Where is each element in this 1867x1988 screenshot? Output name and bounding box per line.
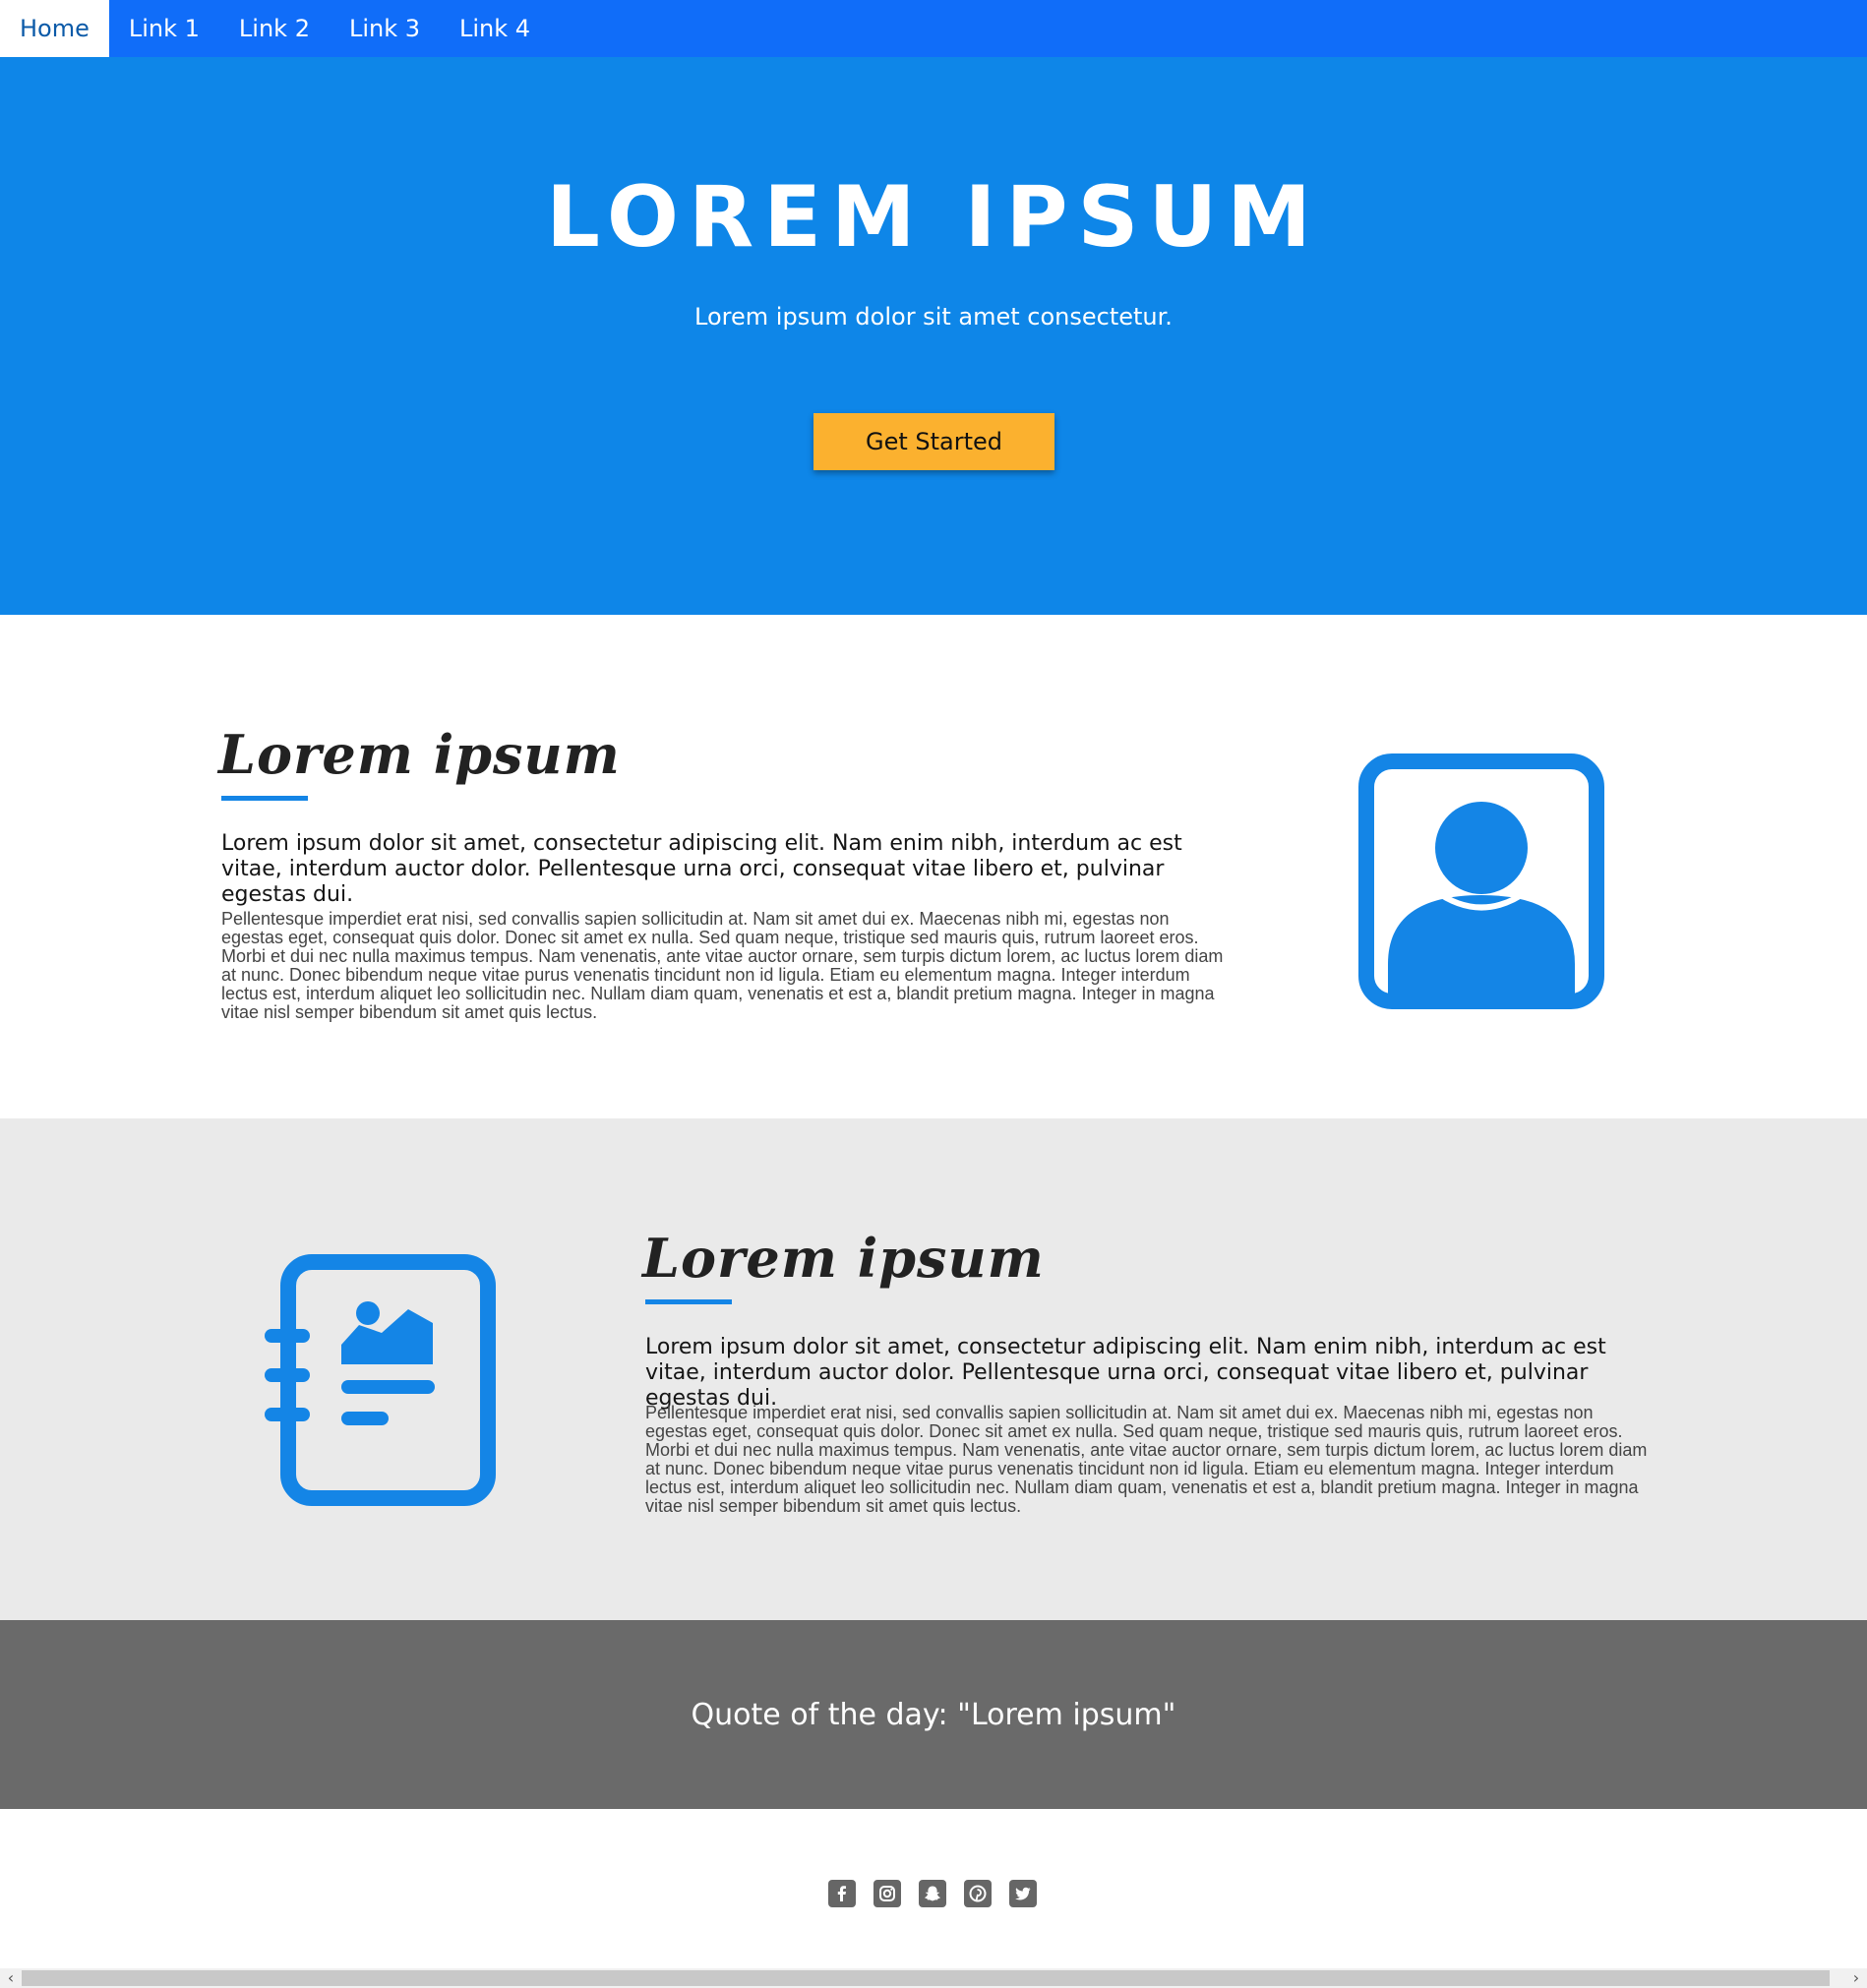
- section1-body: Pellentesque imperdiet erat nisi, sed co…: [221, 909, 1224, 1022]
- facebook-icon[interactable]: [828, 1880, 856, 1907]
- notebook-image-icon: [261, 1254, 497, 1508]
- section2-body: Pellentesque imperdiet erat nisi, sed co…: [645, 1403, 1648, 1516]
- hero-subtitle: Lorem ipsum dolor sit amet consectetur.: [694, 303, 1173, 331]
- scrollbar-thumb[interactable]: [22, 1970, 1830, 1986]
- horizontal-scrollbar[interactable]: ‹ ›: [0, 1968, 1867, 1988]
- about-section-1: Lorem ipsum Lorem ipsum dolor sit amet, …: [0, 615, 1867, 1118]
- get-started-button[interactable]: Get Started: [813, 413, 1054, 470]
- nav-link-1[interactable]: Link 1: [109, 0, 219, 57]
- instagram-icon[interactable]: [873, 1880, 901, 1907]
- section2-title: Lorem ipsum: [642, 1227, 1045, 1290]
- nav-link-4[interactable]: Link 4: [440, 0, 550, 57]
- snapchat-icon[interactable]: [919, 1880, 946, 1907]
- section1-title-underline: [221, 796, 308, 801]
- section1-lead: Lorem ipsum dolor sit amet, consectetur …: [221, 831, 1182, 907]
- scroll-right-icon[interactable]: ›: [1845, 1968, 1867, 1988]
- hero-title: LOREM IPSUM: [546, 168, 1321, 267]
- social-links: [828, 1880, 1037, 1907]
- section2-lead: Lorem ipsum dolor sit amet, consectetur …: [645, 1335, 1606, 1411]
- section1-title: Lorem ipsum: [218, 723, 621, 786]
- scroll-left-icon[interactable]: ‹: [0, 1968, 22, 1988]
- quote-of-the-day: Quote of the day: "Lorem ipsum": [0, 1620, 1867, 1809]
- nav-link-home[interactable]: Home: [0, 0, 109, 57]
- quote-text: Quote of the day: "Lorem ipsum": [691, 1697, 1176, 1732]
- twitter-icon[interactable]: [1009, 1880, 1037, 1907]
- nav-link-3[interactable]: Link 3: [330, 0, 440, 57]
- profile-portrait-icon: [1357, 753, 1605, 1010]
- pinterest-icon[interactable]: [964, 1880, 992, 1907]
- about-section-2: Lorem ipsum Lorem ipsum dolor sit amet, …: [0, 1118, 1867, 1620]
- nav-link-2[interactable]: Link 2: [219, 0, 330, 57]
- top-navigation: Home Link 1 Link 2 Link 3 Link 4: [0, 0, 1867, 57]
- section2-title-underline: [645, 1299, 732, 1304]
- hero-section: LOREM IPSUM Lorem ipsum dolor sit amet c…: [0, 57, 1867, 615]
